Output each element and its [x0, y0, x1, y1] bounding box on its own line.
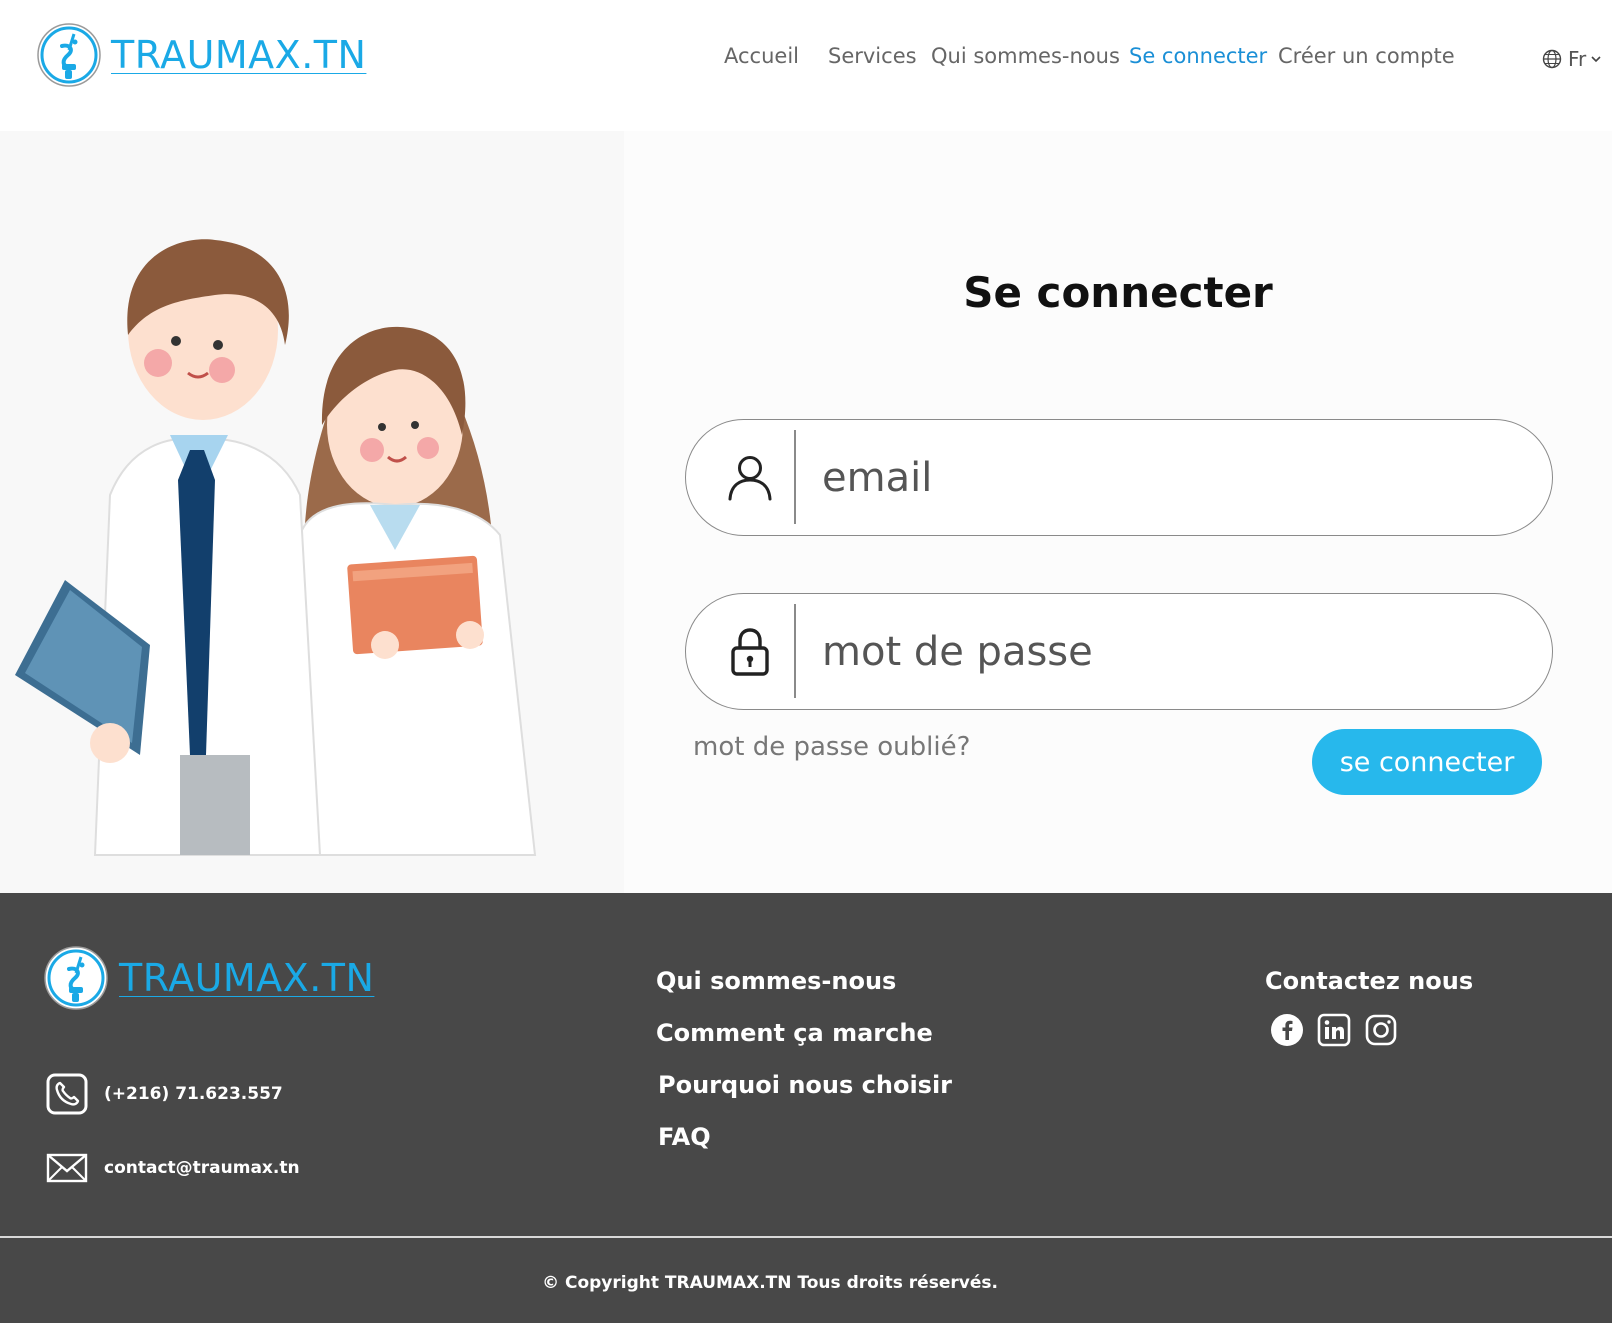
envelope-icon: [46, 1153, 88, 1183]
forgot-password-link[interactable]: mot de passe oublié?: [693, 732, 970, 762]
social-links: [1270, 1013, 1411, 1047]
footer-link-pourquoi-nous-choisir[interactable]: Pourquoi nous choisir: [658, 1071, 952, 1099]
nav-se-connecter[interactable]: Se connecter: [1129, 44, 1267, 68]
footer-email: contact@traumax.tn: [46, 1147, 300, 1189]
user-icon: [728, 456, 772, 501]
site-header: TRAUMAX.TN Accueil Services Qui sommes-n…: [0, 0, 1612, 131]
nav-creer-un-compte[interactable]: Créer un compte: [1278, 44, 1455, 68]
nav-services[interactable]: Services: [828, 44, 917, 68]
password-field[interactable]: [685, 593, 1553, 710]
email-field-separator: [794, 430, 796, 524]
nav-qui-sommes-nous[interactable]: Qui sommes-nous: [931, 44, 1120, 68]
chevron-down-icon: [1591, 56, 1601, 63]
globe-icon: [1542, 49, 1562, 69]
phone-icon: [46, 1073, 88, 1115]
footer-link-faq[interactable]: FAQ: [658, 1123, 711, 1151]
footer-contact-title: Contactez nous: [1265, 967, 1474, 995]
footer-link-comment-ca-marche[interactable]: Comment ça marche: [656, 1019, 933, 1047]
password-input[interactable]: [822, 624, 1522, 680]
language-selector[interactable]: Fr: [1542, 47, 1602, 71]
email-field[interactable]: [685, 419, 1553, 536]
site-footer: TRAUMAX.TN (+216) 71.623.557 contact@tra…: [0, 893, 1612, 1323]
instagram-icon[interactable]: [1364, 1013, 1398, 1047]
language-label: Fr: [1568, 47, 1587, 71]
password-field-separator: [794, 604, 796, 698]
login-section: Se connecter mot de passe oublié? se con…: [0, 131, 1612, 893]
main-nav: Accueil Services Qui sommes-nous Se conn…: [0, 44, 1612, 76]
nav-accueil[interactable]: Accueil: [724, 44, 799, 68]
footer-brand-name: TRAUMAX.TN: [119, 956, 375, 1000]
logo-icon: [44, 946, 108, 1010]
illustration-panel: [0, 131, 624, 893]
footer-phone: (+216) 71.623.557: [46, 1073, 283, 1115]
facebook-icon[interactable]: [1270, 1013, 1304, 1047]
email-input[interactable]: [822, 450, 1522, 506]
linkedin-icon[interactable]: [1317, 1013, 1351, 1047]
footer-email-address[interactable]: contact@traumax.tn: [104, 1158, 300, 1178]
footer-divider: [0, 1236, 1612, 1238]
footer-phone-number: (+216) 71.623.557: [104, 1084, 283, 1104]
login-button[interactable]: se connecter: [1312, 729, 1542, 795]
copyright-text: © Copyright TRAUMAX.TN Tous droits réser…: [542, 1273, 998, 1293]
footer-logo[interactable]: TRAUMAX.TN: [43, 945, 374, 1011]
lock-icon: [731, 628, 769, 676]
footer-link-qui-sommes-nous[interactable]: Qui sommes-nous: [656, 967, 896, 995]
doctors-illustration: [15, 239, 537, 856]
login-title: Se connecter: [963, 268, 1273, 317]
